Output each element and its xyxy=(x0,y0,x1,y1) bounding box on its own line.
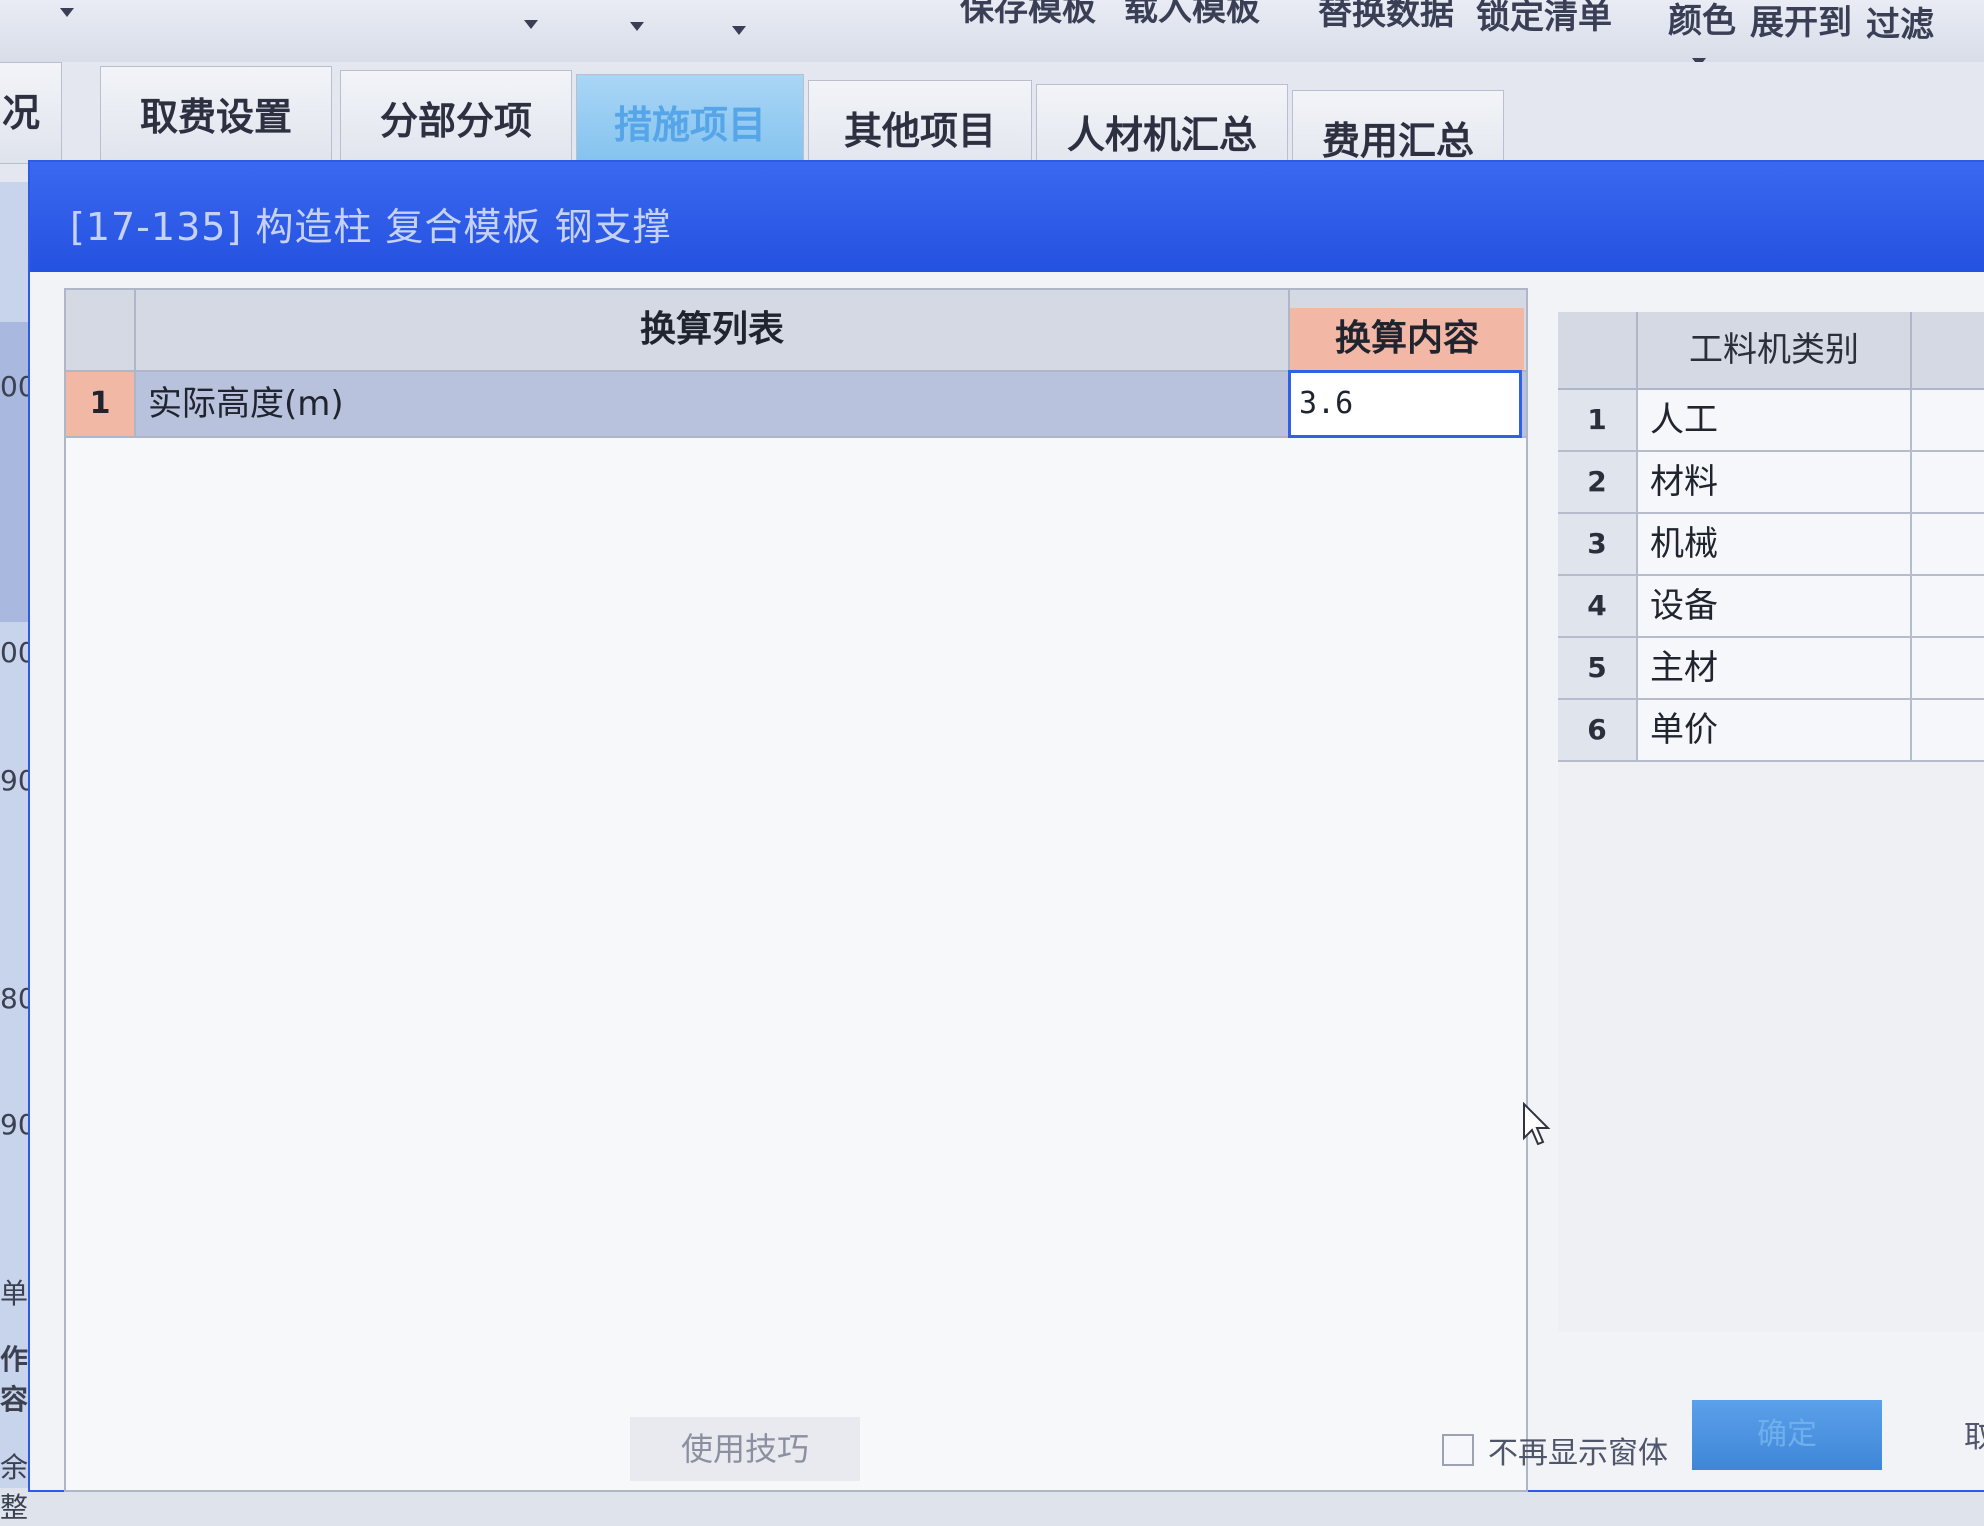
row-number: 3 xyxy=(1558,514,1638,574)
category-label: 单价 xyxy=(1650,710,1718,750)
tab-sections[interactable]: 分部分项 xyxy=(340,70,572,172)
chevron-down-icon[interactable] xyxy=(60,8,74,17)
row-number: 6 xyxy=(1558,700,1638,760)
grid-header: 换算列表 换算内容 xyxy=(66,290,1526,372)
usage-tips-button[interactable]: 使用技巧 xyxy=(630,1417,860,1481)
grid-corner xyxy=(1558,312,1638,388)
row-number: 2 xyxy=(1558,452,1638,512)
color-button[interactable]: 颜色 xyxy=(1668,4,1736,46)
expand-to-button[interactable]: 展开到 xyxy=(1750,6,1852,48)
dont-show-again-label: 不再显示窗体 xyxy=(1488,1436,1668,1471)
category-label: 机械 xyxy=(1650,524,1718,564)
category-label: 设备 xyxy=(1650,586,1718,626)
filter-button[interactable]: 过滤 xyxy=(1866,8,1934,50)
grid-header: 工料机类别 xyxy=(1558,312,1984,390)
category-label: 人工 xyxy=(1650,400,1718,440)
column-divider xyxy=(1910,576,1912,636)
conversion-dialog: [17-135] 构造柱 复合模板 钢支撑 换算列表 换算内容 1 实际高度(m… xyxy=(28,160,1984,1492)
conversion-value-text[interactable]: 3.6 xyxy=(1299,373,1353,435)
column-divider xyxy=(1910,390,1912,450)
row-number: 4 xyxy=(1558,576,1638,636)
conversion-value-input[interactable]: 3.6 xyxy=(1288,370,1522,438)
chevron-down-icon[interactable] xyxy=(630,22,644,31)
tab-overview[interactable]: 况 xyxy=(0,62,62,164)
conversion-list-grid: 换算列表 换算内容 1 实际高度(m) 3.6 xyxy=(64,288,1528,1492)
category-label: 主材 xyxy=(1650,648,1718,688)
load-template-button[interactable]: 载入模板 xyxy=(1124,0,1260,34)
ok-button[interactable]: 确定 xyxy=(1692,1400,1882,1470)
list-item[interactable]: 4 设备 xyxy=(1558,576,1984,638)
row-number: 1 xyxy=(66,372,136,436)
dont-show-again-checkbox[interactable] xyxy=(1442,1434,1474,1466)
mouse-cursor-icon xyxy=(1523,1102,1551,1146)
chevron-down-icon[interactable] xyxy=(524,20,538,29)
list-item[interactable]: 6 单价 xyxy=(1558,700,1984,762)
category-grid: 工料机类别 1 人工 2 材料 3 机械 4 设备 5 主材 6 单价 xyxy=(1558,312,1984,1332)
list-item[interactable]: 3 机械 xyxy=(1558,514,1984,576)
list-item[interactable]: 2 材料 xyxy=(1558,452,1984,514)
table-row[interactable]: 1 实际高度(m) 3.6 xyxy=(66,370,1526,438)
list-item[interactable]: 5 主材 xyxy=(1558,638,1984,700)
row-number: 1 xyxy=(1558,390,1638,450)
replace-data-button[interactable]: 替换数据 xyxy=(1318,0,1454,38)
row-name: 实际高度(m) xyxy=(148,384,344,424)
lock-list-button[interactable]: 锁定清单 xyxy=(1476,0,1612,42)
grid-corner xyxy=(66,290,136,370)
cancel-button[interactable]: 取 xyxy=(1964,1412,1984,1456)
row-number: 5 xyxy=(1558,638,1638,698)
column-divider xyxy=(1910,514,1912,574)
category-label: 材料 xyxy=(1650,462,1718,502)
toolbar-ribbon: 保存模板 载入模板 替换数据 锁定清单 颜色 展开到 过滤 xyxy=(0,0,1984,75)
column-header-conversion-list[interactable]: 换算列表 xyxy=(136,290,1290,370)
column-header-category[interactable]: 工料机类别 xyxy=(1638,312,1912,388)
column-divider xyxy=(1910,452,1912,512)
column-header-conversion-content[interactable]: 换算内容 xyxy=(1290,308,1524,370)
column-divider xyxy=(1910,638,1912,698)
column-divider xyxy=(1910,700,1912,760)
chevron-down-icon[interactable] xyxy=(732,26,746,35)
list-item[interactable]: 1 人工 xyxy=(1558,390,1984,452)
dialog-titlebar[interactable]: [17-135] 构造柱 复合模板 钢支撑 xyxy=(30,162,1984,272)
save-template-button[interactable]: 保存模板 xyxy=(960,0,1096,34)
dialog-title: [17-135] 构造柱 复合模板 钢支撑 xyxy=(70,205,672,249)
tab-fee-settings[interactable]: 取费设置 xyxy=(100,66,332,168)
